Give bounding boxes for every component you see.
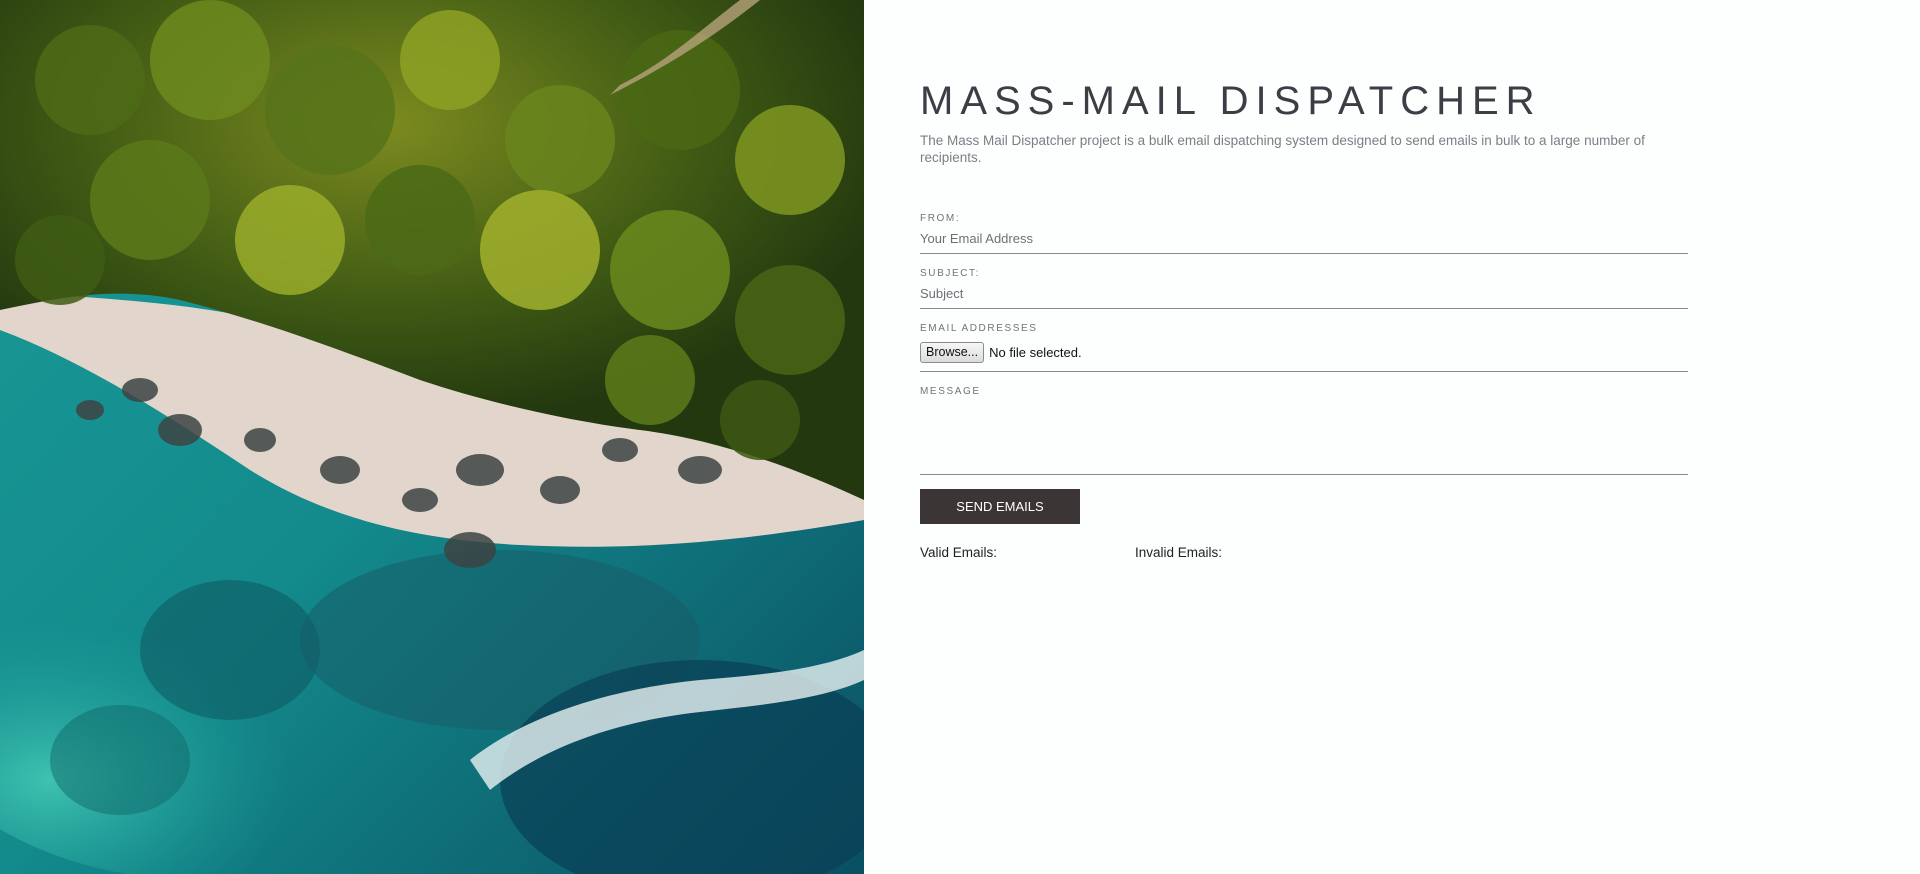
aerial-coast-image [0, 0, 864, 874]
valid-emails-label: Valid Emails: [920, 545, 998, 560]
message-field: MESSAGE [920, 386, 1688, 475]
file-status-text: No file selected. [989, 345, 1082, 360]
aerial-coast-picture [0, 0, 864, 874]
message-label: MESSAGE [920, 386, 981, 397]
page: MASS-MAIL DISPATCHER The Mass Mail Dispa… [0, 0, 1920, 874]
send-emails-button[interactable]: SEND EMAILS [920, 489, 1080, 524]
from-label: FROM: [920, 213, 961, 224]
email-addresses-field: EMAIL ADDRESSES Browse... No file select… [920, 323, 1688, 372]
file-input: Browse... No file selected. [920, 335, 1688, 371]
dispatch-form: FROM: SUBJECT: EMAIL ADDRESSES Browse...… [920, 213, 1688, 560]
subject-field: SUBJECT: [920, 268, 1688, 309]
browse-button[interactable]: Browse... [920, 342, 985, 363]
from-field: FROM: [920, 213, 1688, 254]
email-addresses-label: EMAIL ADDRESSES [920, 323, 1038, 334]
results-row: Valid Emails: Invalid Emails: [920, 545, 1688, 560]
page-title: MASS-MAIL DISPATCHER [920, 79, 1542, 123]
message-textarea[interactable] [920, 398, 1688, 474]
page-description: The Mass Mail Dispatcher project is a bu… [920, 133, 1645, 165]
subject-input[interactable] [920, 280, 1688, 308]
dispatcher-panel: MASS-MAIL DISPATCHER The Mass Mail Dispa… [920, 78, 1688, 560]
subject-label: SUBJECT: [920, 268, 981, 279]
invalid-emails-label: Invalid Emails: [1135, 545, 1223, 560]
from-email-input[interactable] [920, 225, 1688, 253]
